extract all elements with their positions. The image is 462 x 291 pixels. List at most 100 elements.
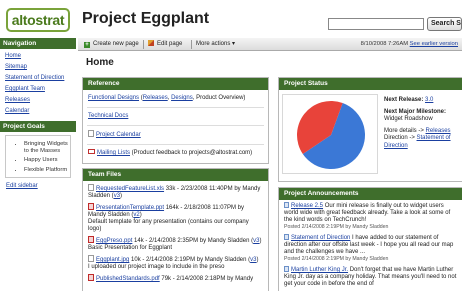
- edit-sidebar-link[interactable]: Edit sidebar: [6, 183, 70, 189]
- file-description: Basic Presentation for Eggplant: [88, 245, 173, 251]
- spreadsheet-file-icon: [88, 184, 94, 191]
- sidebar-item-releases[interactable]: Releases: [5, 95, 71, 106]
- navigation-header: Navigation: [0, 38, 76, 49]
- pencil-icon: [148, 40, 154, 46]
- page-title: Home: [86, 57, 114, 68]
- more-details-label: More details ->: [384, 127, 426, 134]
- project-status-panel: Project Status Next Release: 3.0 Next Ma…: [278, 77, 462, 182]
- presentation-file-icon: [88, 236, 94, 243]
- sidebar-item-sitemap[interactable]: Sitemap: [5, 62, 71, 73]
- project-status-header: Project Status: [279, 78, 462, 90]
- announcement-item: Release 2.5 Our mini release is finally …: [279, 200, 462, 232]
- file-link[interactable]: PublishedStandards.pdf: [96, 276, 160, 282]
- reference-panel: Reference Functional Designs (Releases, …: [82, 77, 269, 164]
- file-link[interactable]: PresentationTemplate.ppt: [96, 205, 164, 211]
- technical-docs-row: Technical Docs: [83, 108, 268, 120]
- team-files-panel: Team Files RequestedFeatureList.xls 33k …: [82, 168, 269, 291]
- plus-icon: +: [84, 42, 90, 48]
- functional-designs-row: Functional Designs (Releases, Designs, P…: [83, 90, 268, 102]
- see-earlier-version-link[interactable]: See earlier version: [410, 41, 458, 47]
- edit-page-label: Edit page: [157, 41, 183, 47]
- announcement-item: Martin Luther King Jr. Don't forget that…: [279, 264, 462, 289]
- goal-item: Flexible Platform: [24, 167, 70, 174]
- status-details: Next Release: 3.0 Next Major Milestone: W…: [384, 97, 462, 150]
- sidebar-item-home[interactable]: Home: [5, 51, 71, 62]
- functional-designs-link[interactable]: Functional Designs: [88, 95, 139, 101]
- team-files-header: Team Files: [83, 169, 268, 181]
- presentation-file-icon: [88, 203, 94, 210]
- altostrat-logo[interactable]: altostrat: [6, 8, 70, 32]
- designs-link[interactable]: Designs: [171, 95, 193, 101]
- announcement-title-link[interactable]: Martin Luther King Jr.: [291, 267, 348, 273]
- project-calendar-row: Project Calendar: [83, 126, 268, 139]
- announcement-icon: [284, 234, 289, 240]
- mailing-lists-row: Mailing Lists (Product feedback to proje…: [83, 145, 268, 157]
- file-meta: 79k - 2/14/2008 2:18PM by Mandy: [159, 276, 254, 282]
- next-release-row: Next Release: 3.0: [384, 97, 462, 105]
- file-link[interactable]: Eggplant.jpg: [96, 257, 129, 263]
- sidebar-item-eggplant-team[interactable]: Eggplant Team: [5, 84, 71, 95]
- technical-docs-link[interactable]: Technical Docs: [88, 113, 128, 119]
- page-toolbar: + Create new page Edit page More actions …: [78, 38, 462, 51]
- announcement-date: Posted 2/14/2008 2:19PM by Mandy Sladden: [284, 256, 389, 262]
- mailing-lists-link[interactable]: Mailing Lists: [97, 150, 130, 156]
- search-input[interactable]: [328, 18, 424, 30]
- file-row: PresentationTemplate.ppt 164k - 2/18/200…: [83, 202, 268, 235]
- revision-info: 8/10/2008 7:26AM See earlier version: [361, 40, 458, 49]
- toolbar-divider: [191, 40, 192, 49]
- goal-item: Bringing Widgets to the Masses: [24, 141, 70, 154]
- project-calendar-link[interactable]: Project Calendar: [96, 132, 141, 138]
- announcement-title-link[interactable]: Statement of Direction: [291, 235, 350, 241]
- project-status-body: Next Release: 3.0 Next Major Milestone: W…: [279, 90, 462, 181]
- edit-page-button[interactable]: Edit page: [148, 40, 182, 49]
- file-link[interactable]: RequestedFeatureList.xls: [96, 186, 164, 192]
- next-release-label: Next Release:: [384, 97, 426, 103]
- file-description: I uploaded our project image to include …: [88, 264, 225, 270]
- releases-link[interactable]: Releases: [143, 95, 168, 101]
- file-row: RequestedFeatureList.xls 33k - 2/23/2008…: [83, 181, 268, 202]
- more-actions-menu[interactable]: More actions ▾: [196, 40, 235, 49]
- search-site-button[interactable]: Search Site: [427, 17, 462, 31]
- goal-item: Happy Users: [24, 157, 70, 164]
- milestone-label: Next Major Milestone:: [384, 108, 447, 115]
- file-description: Default template for any presentation (c…: [88, 219, 249, 232]
- milestone-value: Widget Roadshow: [384, 116, 433, 122]
- file-meta: 10k - 2/14/2008 2:19PM by Mandy Sladden …: [129, 257, 251, 263]
- toolbar-divider: [143, 40, 144, 49]
- calendar-icon: [88, 130, 94, 137]
- announcement-item: Statement of Direction I have added to o…: [279, 232, 462, 264]
- project-announcements-panel: Project Announcements Release 2.5 Our mi…: [278, 187, 462, 291]
- sidebar: Navigation Home Sitemap Statement of Dir…: [0, 38, 76, 291]
- project-title: Project Eggplant: [82, 10, 210, 27]
- file-meta-end: ): [139, 212, 142, 218]
- sidebar-item-statement-of-direction[interactable]: Statement of Direction: [5, 73, 71, 84]
- direction-label: Direction ->: [384, 135, 417, 141]
- image-file-icon: [88, 255, 94, 262]
- product-overview-text: , Product Overview): [192, 95, 246, 101]
- more-details-row: More details -> Releases Direction -> Sta…: [384, 128, 462, 151]
- file-row: EggPreso.ppt 14k - 2/14/2008 2:35PM by M…: [83, 235, 268, 254]
- project-announcements-header: Project Announcements: [279, 188, 462, 200]
- file-link[interactable]: EggPreso.ppt: [96, 238, 132, 244]
- announcement-title-link[interactable]: Release 2.5: [291, 203, 323, 209]
- announcement-icon: [284, 266, 289, 272]
- milestone-row: Next Major Milestone: Widget Roadshow: [384, 109, 462, 124]
- next-release-link[interactable]: 3.0: [425, 97, 433, 103]
- project-goals-header: Project Goals: [0, 121, 76, 132]
- announcement-icon: [284, 202, 289, 208]
- releases-link[interactable]: Releases: [426, 128, 451, 134]
- top-bar: altostrat Project Eggplant Search Site: [0, 0, 462, 38]
- revision-timestamp: 8/10/2008 7:26AM: [360, 41, 409, 47]
- create-new-page-label: Create new page: [93, 41, 139, 47]
- file-row: PublishedStandards.pdf 79k - 2/14/2008 2…: [83, 273, 268, 285]
- sidebar-item-calendar[interactable]: Calendar: [5, 106, 71, 117]
- file-meta-end: ): [120, 193, 123, 199]
- reference-header: Reference: [83, 78, 268, 90]
- file-meta-end: ): [259, 238, 262, 244]
- status-pie-chart: [282, 94, 378, 174]
- create-new-page-button[interactable]: + Create new page: [84, 40, 139, 49]
- project-goals-box: Bringing Widgets to the Masses Happy Use…: [5, 135, 71, 179]
- mailing-lists-note: (Product feedback to projects@altostrat.…: [130, 150, 253, 156]
- announcement-date: Posted 2/14/2008 2:19PM by Mandy Sladden: [284, 224, 389, 230]
- file-meta-end: ): [256, 257, 259, 263]
